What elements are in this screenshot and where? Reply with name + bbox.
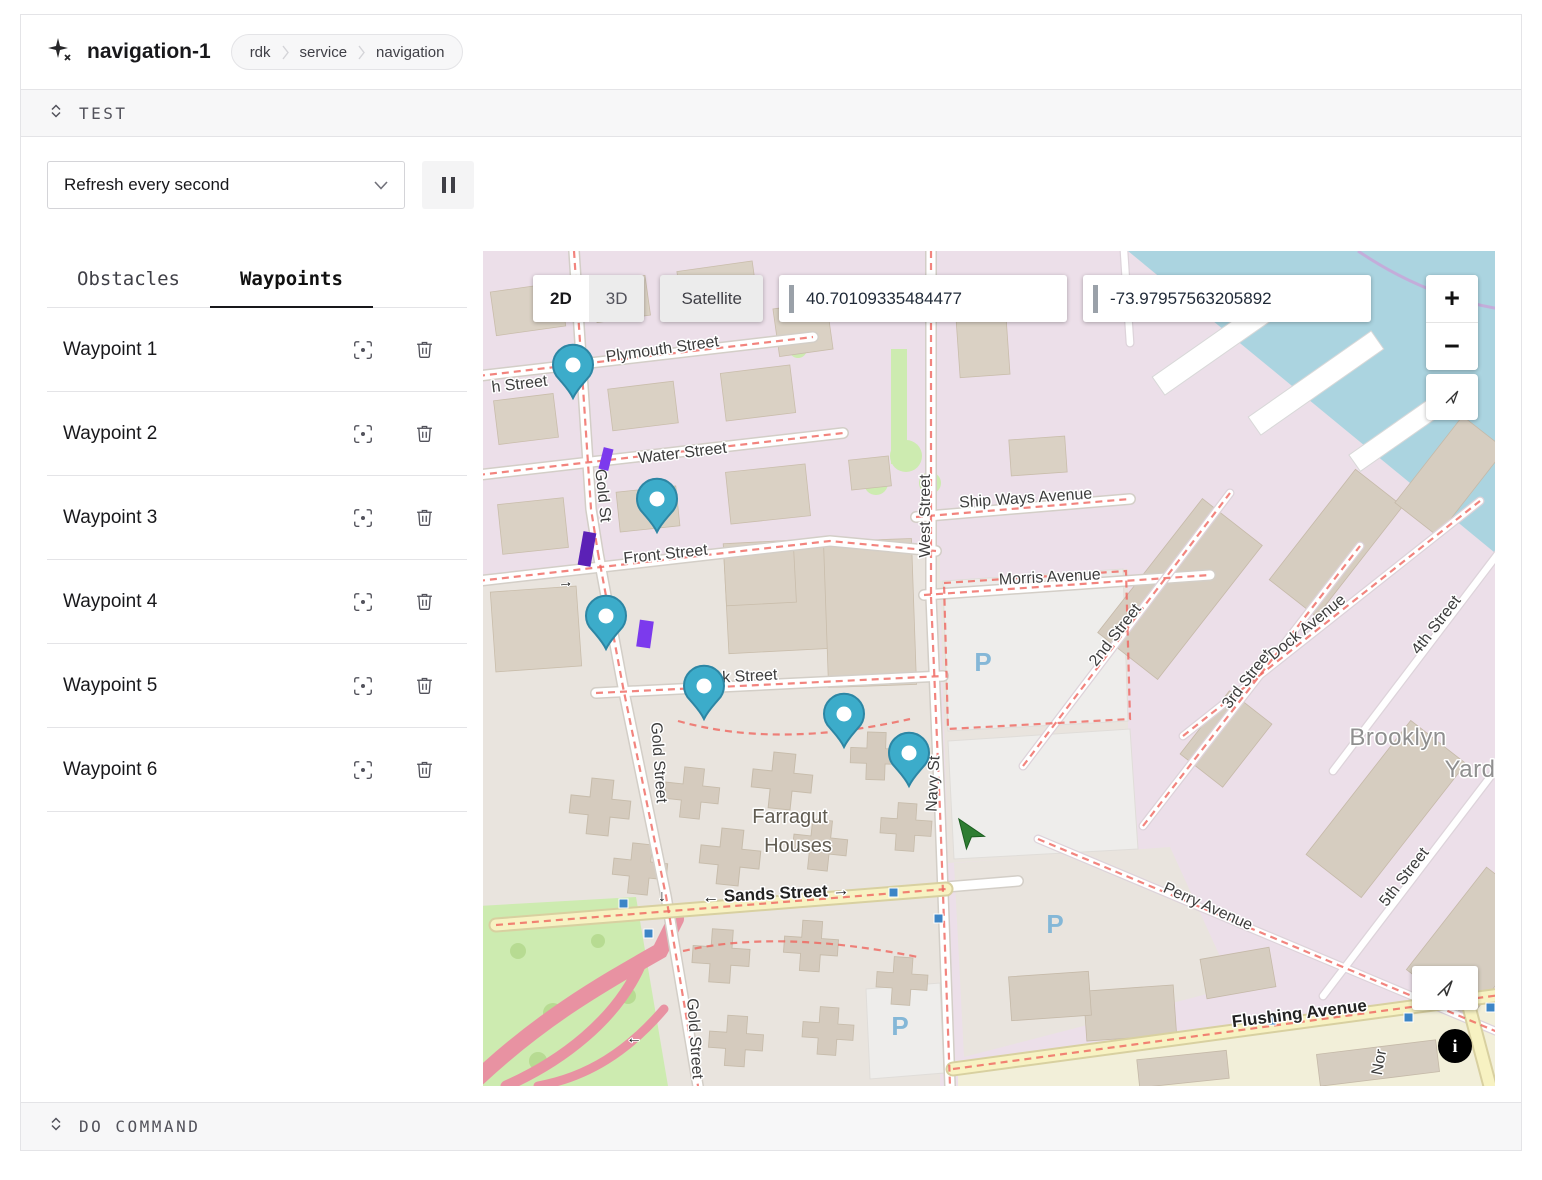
main-content: Obstacles Waypoints Waypoint 1	[21, 231, 1521, 1086]
waypoint-list: Waypoint 1 Waypoint 2	[47, 308, 467, 812]
map-label: ←	[626, 1030, 642, 1047]
collapse-icon	[48, 103, 64, 124]
do-command-section-header[interactable]: DO COMMAND	[21, 1102, 1521, 1150]
pause-refresh-button[interactable]	[422, 161, 474, 209]
longitude-input[interactable]: -73.97957563205892	[1083, 275, 1371, 322]
focus-waypoint-button[interactable]	[350, 421, 376, 447]
waypoint-row: Waypoint 2	[47, 392, 467, 476]
map-canvas[interactable]: Plymouth Streeth StreetWater StreetFront…	[483, 251, 1495, 1086]
map-3d-button[interactable]: 3D	[589, 275, 645, 322]
map[interactable]: Plymouth Streeth StreetWater StreetFront…	[483, 251, 1495, 1086]
longitude-value: -73.97957563205892	[1110, 289, 1272, 309]
viewfinder-icon	[352, 675, 374, 697]
trash-icon	[414, 675, 435, 696]
pause-icon	[442, 177, 446, 193]
breadcrumb-item-rdk[interactable]: rdk	[250, 44, 271, 61]
navigate-arrow-icon	[1434, 977, 1456, 999]
waypoint-row: Waypoint 5	[47, 644, 467, 728]
map-toolbar: 2D 3D Satellite 40.70109335484477 -73.97…	[533, 275, 1371, 322]
delete-waypoint-button[interactable]	[412, 589, 437, 614]
map-label: Yard	[1445, 756, 1495, 783]
refresh-select[interactable]: Refresh every second	[47, 161, 405, 209]
component-sparkle-icon	[47, 37, 73, 68]
map-label: Farragut	[752, 806, 828, 828]
map-label: →	[557, 573, 575, 592]
viewfinder-icon	[352, 507, 374, 529]
refresh-select-value: Refresh every second	[64, 175, 229, 195]
focus-waypoint-button[interactable]	[350, 673, 376, 699]
trash-icon	[414, 759, 435, 780]
map-satellite-button[interactable]: Satellite	[660, 275, 762, 322]
delete-waypoint-button[interactable]	[412, 757, 437, 782]
tab-obstacles[interactable]: Obstacles	[47, 251, 210, 308]
card-header: navigation-1 rdk service navigation	[21, 15, 1521, 89]
map-label: ↓	[658, 888, 666, 905]
compass-arrow-icon	[1443, 388, 1461, 406]
map-label: West Street	[917, 474, 934, 558]
delete-waypoint-button[interactable]	[412, 505, 437, 530]
focus-waypoint-button[interactable]	[350, 505, 376, 531]
map-info-button[interactable]: i	[1438, 1029, 1472, 1063]
chevron-right-icon	[282, 45, 289, 60]
map-zoom-controls: + −	[1426, 275, 1478, 420]
map-label: P	[1046, 909, 1063, 939]
input-accent-bar	[1093, 285, 1098, 313]
do-command-label: DO COMMAND	[79, 1117, 200, 1136]
map-label: P	[974, 647, 991, 677]
breadcrumb-item-service[interactable]: service	[300, 44, 348, 61]
latitude-value: 40.70109335484477	[806, 289, 962, 309]
waypoint-row: Waypoint 4	[47, 560, 467, 644]
navigation-card: navigation-1 rdk service navigation TEST…	[20, 14, 1522, 1151]
breadcrumb: rdk service navigation	[231, 34, 464, 70]
trash-icon	[414, 591, 435, 612]
breadcrumb-item-navigation[interactable]: navigation	[376, 44, 444, 61]
latitude-input[interactable]: 40.70109335484477	[779, 275, 1067, 322]
viewfinder-icon	[352, 759, 374, 781]
zoom-out-button[interactable]: −	[1426, 323, 1478, 370]
test-section-header[interactable]: TEST	[21, 89, 1521, 137]
waypoint-label: Waypoint 1	[63, 339, 157, 361]
map-label: Brooklyn	[1349, 724, 1446, 751]
delete-waypoint-button[interactable]	[412, 673, 437, 698]
focus-waypoint-button[interactable]	[350, 589, 376, 615]
delete-waypoint-button[interactable]	[412, 337, 437, 362]
trash-icon	[414, 423, 435, 444]
panel-tabs: Obstacles Waypoints	[47, 251, 467, 308]
map-2d-button[interactable]: 2D	[533, 275, 589, 322]
waypoint-row: Waypoint 3	[47, 476, 467, 560]
waypoint-label: Waypoint 3	[63, 507, 157, 529]
viewfinder-icon	[352, 339, 374, 361]
waypoint-label: Waypoint 6	[63, 759, 157, 781]
locate-button[interactable]	[1412, 966, 1478, 1010]
test-section-label: TEST	[79, 104, 128, 123]
waypoint-row: Waypoint 6	[47, 728, 467, 812]
map-dimension-toggle: 2D 3D	[533, 275, 644, 322]
page-title: navigation-1	[87, 40, 211, 64]
delete-waypoint-button[interactable]	[412, 421, 437, 446]
trash-icon	[414, 339, 435, 360]
zoom-in-button[interactable]: +	[1426, 275, 1478, 322]
input-accent-bar	[789, 285, 794, 313]
waypoints-panel: Obstacles Waypoints Waypoint 1	[47, 251, 467, 1086]
trash-icon	[414, 507, 435, 528]
compass-button[interactable]	[1426, 374, 1478, 420]
waypoint-label: Waypoint 4	[63, 591, 157, 613]
expand-icon	[48, 1116, 64, 1137]
map-label: Houses	[764, 835, 832, 857]
waypoint-row: Waypoint 1	[47, 308, 467, 392]
chevron-right-icon	[358, 45, 365, 60]
refresh-controls: Refresh every second	[21, 137, 1521, 231]
waypoint-label: Waypoint 2	[63, 423, 157, 445]
tab-waypoints[interactable]: Waypoints	[210, 251, 373, 308]
focus-waypoint-button[interactable]	[350, 757, 376, 783]
viewfinder-icon	[352, 591, 374, 613]
viewfinder-icon	[352, 423, 374, 445]
focus-waypoint-button[interactable]	[350, 337, 376, 363]
chevron-down-icon	[374, 181, 388, 190]
waypoint-label: Waypoint 5	[63, 675, 157, 697]
map-label: P	[891, 1011, 908, 1041]
map-label: k Street	[722, 667, 779, 687]
